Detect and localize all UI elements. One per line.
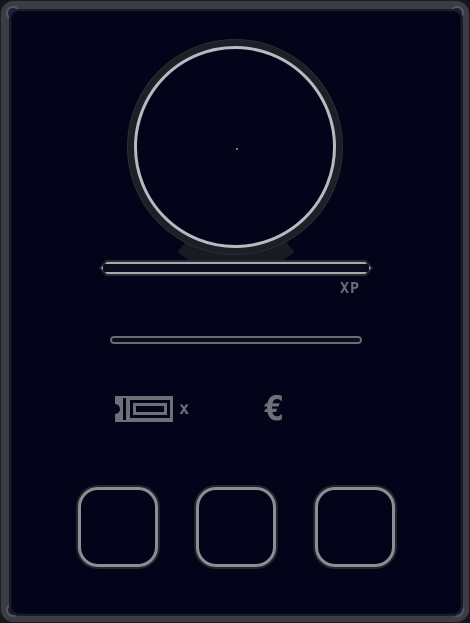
name-divider-bar bbox=[110, 336, 362, 344]
inventory-slot-3[interactable] bbox=[315, 487, 395, 567]
avatar[interactable] bbox=[134, 46, 336, 248]
inventory-slot-2[interactable] bbox=[196, 487, 276, 567]
xp-progress-bar bbox=[101, 262, 371, 274]
xp-label: XP bbox=[339, 279, 360, 297]
euro-icon: € bbox=[264, 389, 285, 429]
character-card-frame: XP x € bbox=[0, 0, 470, 623]
ticket-icon bbox=[115, 396, 173, 422]
inventory-slot-1[interactable] bbox=[78, 487, 158, 567]
avatar-center-dot bbox=[236, 148, 238, 150]
ticket-count-label: x bbox=[179, 399, 190, 419]
